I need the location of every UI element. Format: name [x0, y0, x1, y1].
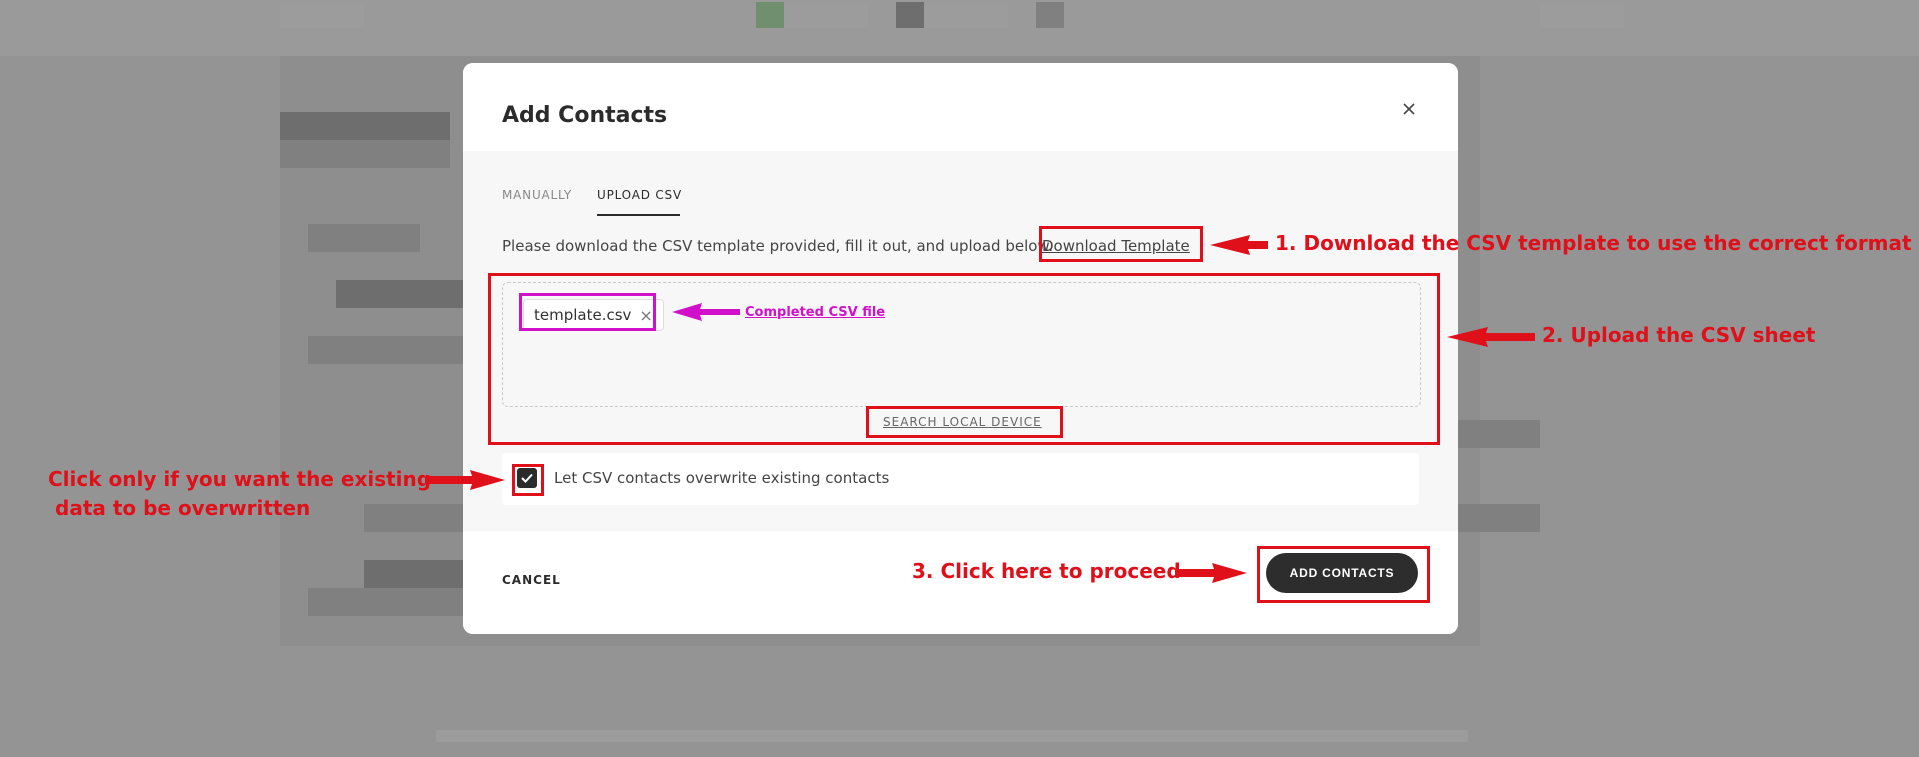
- background-block: [1456, 420, 1540, 448]
- overwrite-option-row: Let CSV contacts overwrite existing cont…: [502, 453, 1419, 505]
- background-block: [280, 112, 450, 140]
- annotation-step1: 1. Download the CSV template to use the …: [1275, 231, 1912, 255]
- background-block: [308, 224, 420, 252]
- close-button[interactable]: [1398, 98, 1420, 120]
- annotation-box-add: [1257, 546, 1430, 603]
- modal-header: Add Contacts: [463, 63, 1458, 151]
- background-block: [1036, 2, 1064, 28]
- background-block: [364, 504, 476, 532]
- background-block: [308, 336, 476, 364]
- annotation-completed-file: Completed CSV file: [745, 305, 886, 320]
- background-block: [1540, 2, 1624, 28]
- annotation-overwrite-line1: Click only if you want the existing: [48, 467, 432, 491]
- modal-title: Add Contacts: [502, 103, 668, 128]
- background-block: [756, 2, 784, 28]
- background-block: [280, 140, 450, 168]
- background-block: [896, 2, 924, 28]
- annotation-box-file: [519, 293, 656, 331]
- background-block: [1456, 504, 1540, 532]
- background-block: [336, 280, 476, 308]
- background-block: [924, 2, 1008, 28]
- annotation-box-download: [1039, 226, 1203, 262]
- upload-instructions: Please download the CSV template provide…: [502, 237, 1054, 255]
- annotation-box-checkbox: [512, 464, 544, 496]
- annotation-step3: 3. Click here to proceed: [912, 559, 1181, 583]
- annotation-step2: 2. Upload the CSV sheet: [1542, 323, 1816, 347]
- background-block: [784, 2, 868, 28]
- background-block: [436, 730, 1468, 742]
- annotation-overwrite-line2: data to be overwritten: [55, 496, 311, 520]
- background-block: [308, 588, 476, 616]
- cancel-button[interactable]: CANCEL: [502, 573, 561, 587]
- overwrite-checkbox-label: Let CSV contacts overwrite existing cont…: [554, 469, 890, 487]
- tab-upload-csv[interactable]: UPLOAD CSV: [597, 188, 682, 202]
- background-block: [280, 2, 364, 28]
- close-icon: [1403, 103, 1415, 115]
- annotation-box-search: [866, 406, 1063, 438]
- tab-manually[interactable]: MANUALLY: [502, 188, 572, 202]
- background-block: [364, 560, 476, 588]
- active-tab-indicator: [597, 214, 680, 216]
